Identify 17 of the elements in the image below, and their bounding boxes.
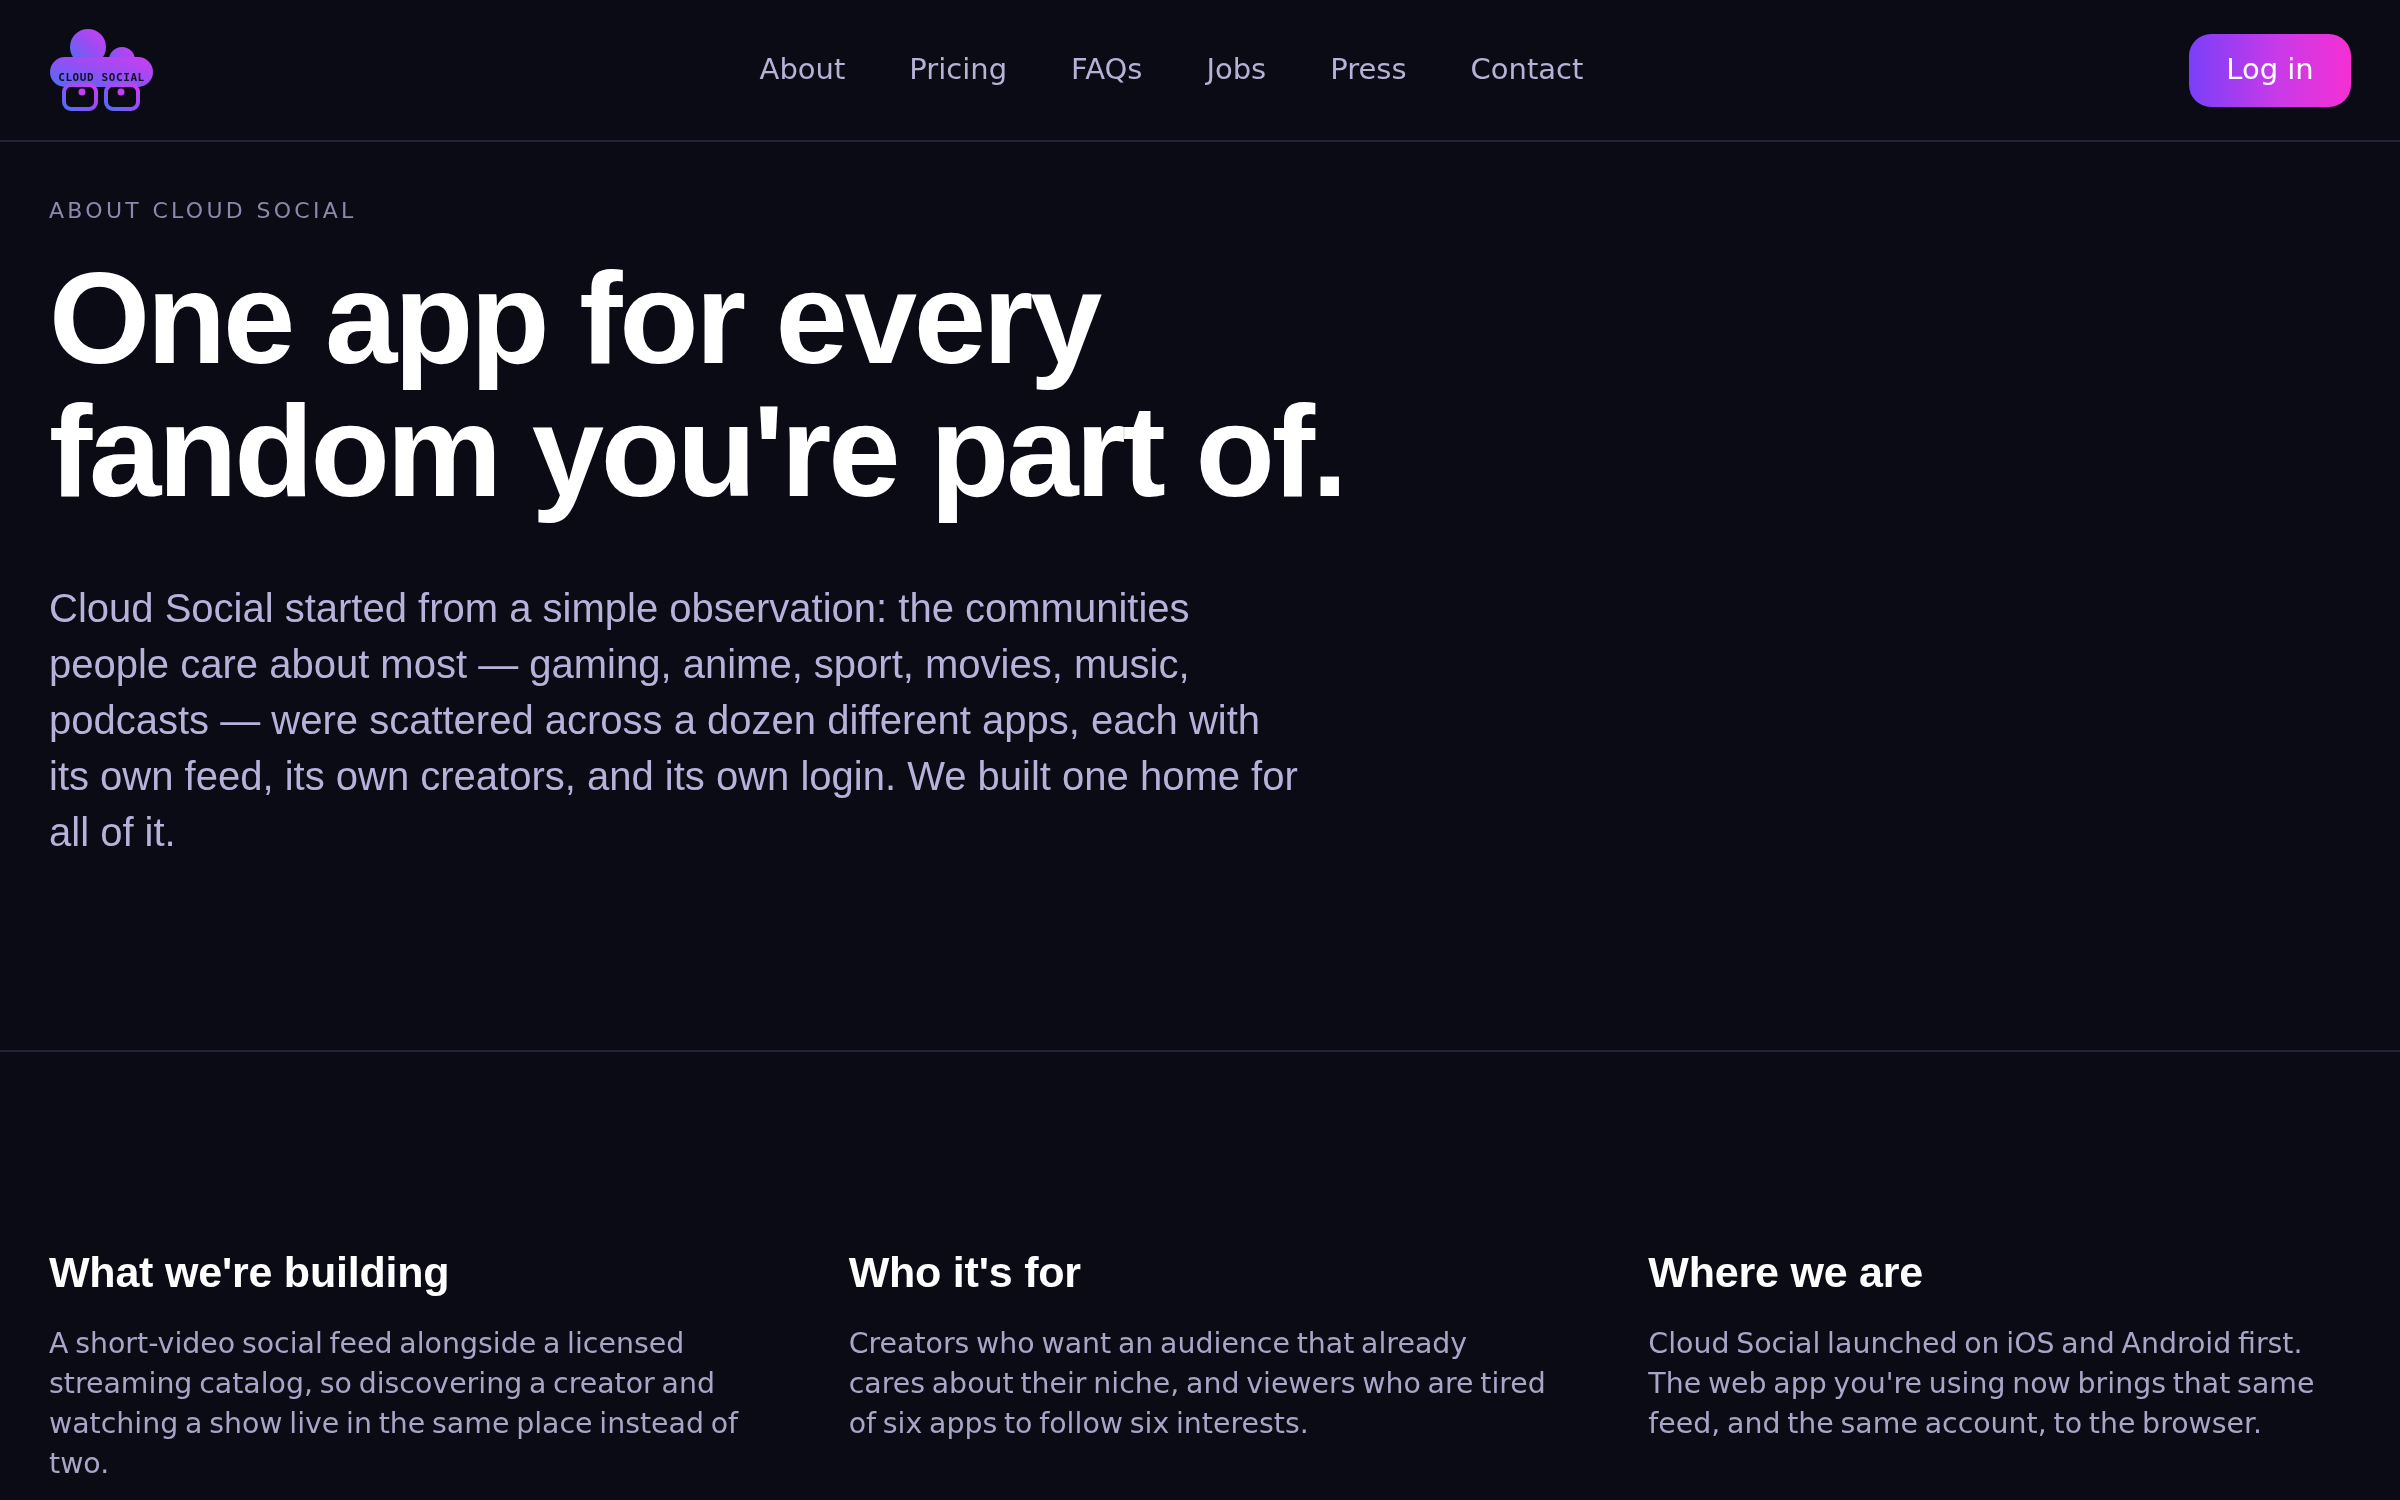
nav-link[interactable]: Press	[1330, 48, 1407, 92]
section-text: Creators who want an audience that already cares about their niche, and viewers who are tired of six apps to follow six interests.	[848, 1326, 1547, 1442]
logo[interactable]: CLOUD SOCIAL	[49, 29, 154, 111]
login-button[interactable]: Log in	[2189, 33, 2351, 107]
section-heading: Where we are	[1648, 1247, 1923, 1297]
eyebrow-text: ABOUT CLOUD SOCIAL	[49, 198, 357, 224]
intro-paragraph: Cloud Social started from a simple observation: the communities people care about most — gaming, anime, sport, movies, music, podcasts — were scattered across a dozen different apps, each with its own feed, its own creators, and its own login. We built one home for all of it.	[49, 585, 1299, 856]
nav-link[interactable]: Jobs	[1206, 48, 1267, 92]
nav-link[interactable]: Pricing	[909, 48, 1008, 92]
section-text: Cloud Social launched on iOS and Android first. The web app you're using now brings that same feed, and the same account, to the browser.	[1648, 1326, 2316, 1442]
page-title: One app for every fandom you're part of.	[49, 252, 1346, 526]
nav-link[interactable]: FAQs	[1071, 48, 1143, 92]
section-text: A short-video social feed alongside a licensed streaming catalog, so discovering a creator and watching a show live in the same place instead of two.	[49, 1326, 740, 1482]
nav-link[interactable]: About	[759, 48, 846, 92]
nav-link[interactable]: Contact	[1470, 48, 1584, 92]
section-heading: What we're building	[49, 1247, 450, 1297]
section-heading: Who it's for	[848, 1247, 1081, 1297]
